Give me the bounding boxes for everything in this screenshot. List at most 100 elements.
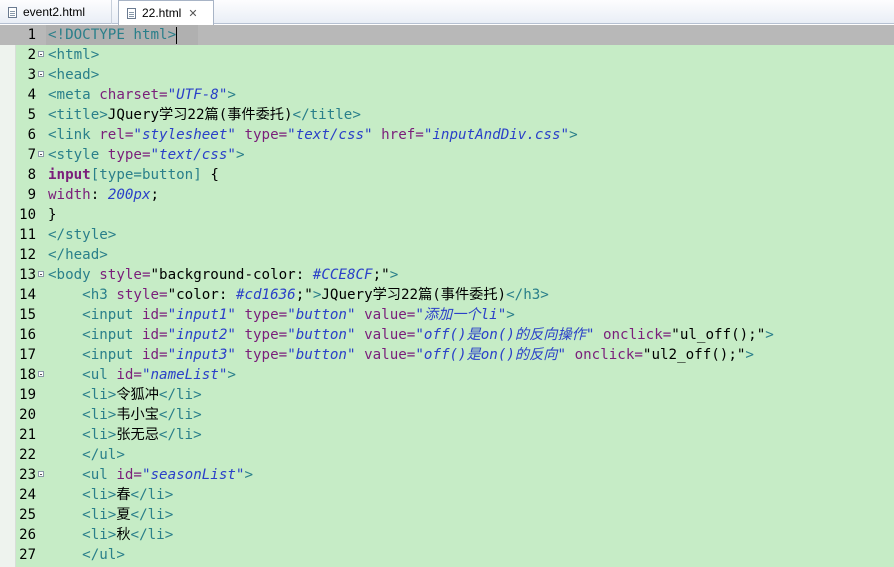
code-line[interactable]: 2 <html> [0,45,894,65]
token-attr: type= [235,327,288,343]
code-line[interactable]: 15 <input id="input1" type="button" valu… [0,305,894,325]
token-tag: <link [48,127,100,143]
token-tag: </li> [130,487,174,503]
code-line[interactable]: 3 <head> [0,65,894,85]
token-val: "text/css" [287,127,373,143]
code-text: width: 200px; [48,185,159,205]
code-line[interactable]: 10} [0,205,894,225]
line-number: 13 [19,267,36,283]
code-line[interactable]: 24 <li>春</li> [0,485,894,505]
code-line[interactable]: 19 <li>令狐冲</li> [0,385,894,405]
token-tag: <ul [48,467,117,483]
code-line[interactable]: 7 <style type="text/css"> [0,145,894,165]
token-tag: <html> [48,47,100,63]
line-number: 1 [27,27,36,43]
code-line[interactable]: 16 <input id="input2" type="button" valu… [0,325,894,345]
code-line[interactable]: 6 <link rel="stylesheet" type="text/css" … [0,125,894,145]
code-line[interactable]: 12 </head> [0,245,894,265]
token-attr: rel= [99,127,134,143]
code-editor[interactable]: 1 <!DOCTYPE html> 2 <html> 3 <head> 4 <meta cha… [0,25,894,567]
line-number: 8 [27,167,36,183]
code-line[interactable]: 5 <title>JQuery学习22篇(事件委托)</title> [0,105,894,125]
code-line[interactable]: 21 <li>张无忌</li> [0,425,894,445]
token-txt: 韦小宝 [116,407,159,423]
token-tag: <li> [48,387,117,403]
code-line[interactable]: 18 <ul id="nameList"> [0,365,894,385]
token-attr: type= [235,127,288,143]
token-tag: <li> [48,407,117,423]
token-txt: "ul_off();" [671,327,766,343]
fold-toggle-icon[interactable] [38,371,44,377]
html-file-icon [8,6,17,18]
token-attr: onclick= [594,327,672,343]
token-txt: 秋 [116,527,131,543]
code-text: <head> [48,65,99,85]
token-tag: <body [48,267,100,283]
code-line[interactable]: 1 <!DOCTYPE html> [0,25,894,45]
tab-event2-html[interactable]: event2.html [0,0,112,24]
tab-22-html[interactable]: 22.html ✕ [118,0,214,25]
token-val: "seasonList" [141,467,245,483]
fold-toggle-icon[interactable] [38,471,44,477]
token-tag: <ul [48,367,117,383]
token-kw: input [48,167,91,183]
token-tag: </title> [292,107,361,123]
token-attr: type= [107,147,151,163]
token-tag: > [765,327,774,343]
token-tag: <input [48,307,142,323]
fold-toggle-icon[interactable] [38,271,44,277]
line-number: 23 [19,467,36,483]
code-line[interactable]: 23 <ul id="seasonList"> [0,465,894,485]
token-tag: <li> [48,507,117,523]
token-val: "nameList" [141,367,228,383]
token-tag: </li> [130,527,174,543]
token-tag: > [227,367,236,383]
fold-toggle-icon[interactable] [38,51,44,57]
line-number: 17 [19,347,36,363]
code-line[interactable]: 9 width: 200px; [0,185,894,205]
tab-label: event2.html [23,5,86,19]
line-number: 6 [27,127,36,143]
token-txt: ;" [372,267,390,283]
code-line[interactable]: 25 <li>夏</li> [0,505,894,525]
code-line[interactable]: 13 <body style="background-color: #CCE8CF… [0,265,894,285]
text-cursor [176,26,178,44]
token-attr: onclick= [566,347,643,363]
code-line[interactable]: 14 <h3 style="color: #cd1636;">JQuery学习2… [0,285,894,305]
code-text: <meta charset="UTF-8"> [48,85,236,105]
code-line[interactable]: 8 input[type=button] { [0,165,894,185]
code-text: <li>秋</li> [48,525,173,545]
token-val: "button" [287,307,356,323]
token-attr: type= [235,307,288,323]
code-line[interactable]: 22 </ul> [0,445,894,465]
fold-toggle-icon[interactable] [38,151,44,157]
token-txt: "ul2_off();" [642,347,746,363]
token-val: "off()是on()的反向操作" [415,327,595,343]
token-tag: <h3 [48,287,117,303]
token-tag: > [506,307,515,323]
token-attr: value= [355,327,416,343]
token-val: "UTF-8" [167,87,228,103]
line-number: 4 [27,87,36,103]
token-tag: > [235,147,245,163]
token-val: "button" [287,347,356,363]
code-line[interactable]: 17 <input id="input3" type="button" valu… [0,345,894,365]
token-txt: { [210,167,219,183]
code-line[interactable]: 26 <li>秋</li> [0,525,894,545]
token-attr: id= [141,327,168,343]
token-val: 200px [107,187,151,203]
fold-toggle-icon[interactable] [38,71,44,77]
token-attr: id= [141,347,168,363]
token-tag: </li> [130,507,174,523]
token-attr: style= [116,287,168,303]
token-txt: } [48,207,57,223]
token-tag: > [227,87,236,103]
close-icon[interactable]: ✕ [188,7,197,20]
token-tag: [type=button] [90,167,211,183]
token-tag: </ul> [48,447,125,463]
code-line[interactable]: 4 <meta charset="UTF-8"> [0,85,894,105]
token-tag: <li> [48,427,117,443]
code-line[interactable]: 11 </style> [0,225,894,245]
code-line[interactable]: 20 <li>韦小宝</li> [0,405,894,425]
code-line[interactable]: 27 </ul> [0,545,894,565]
